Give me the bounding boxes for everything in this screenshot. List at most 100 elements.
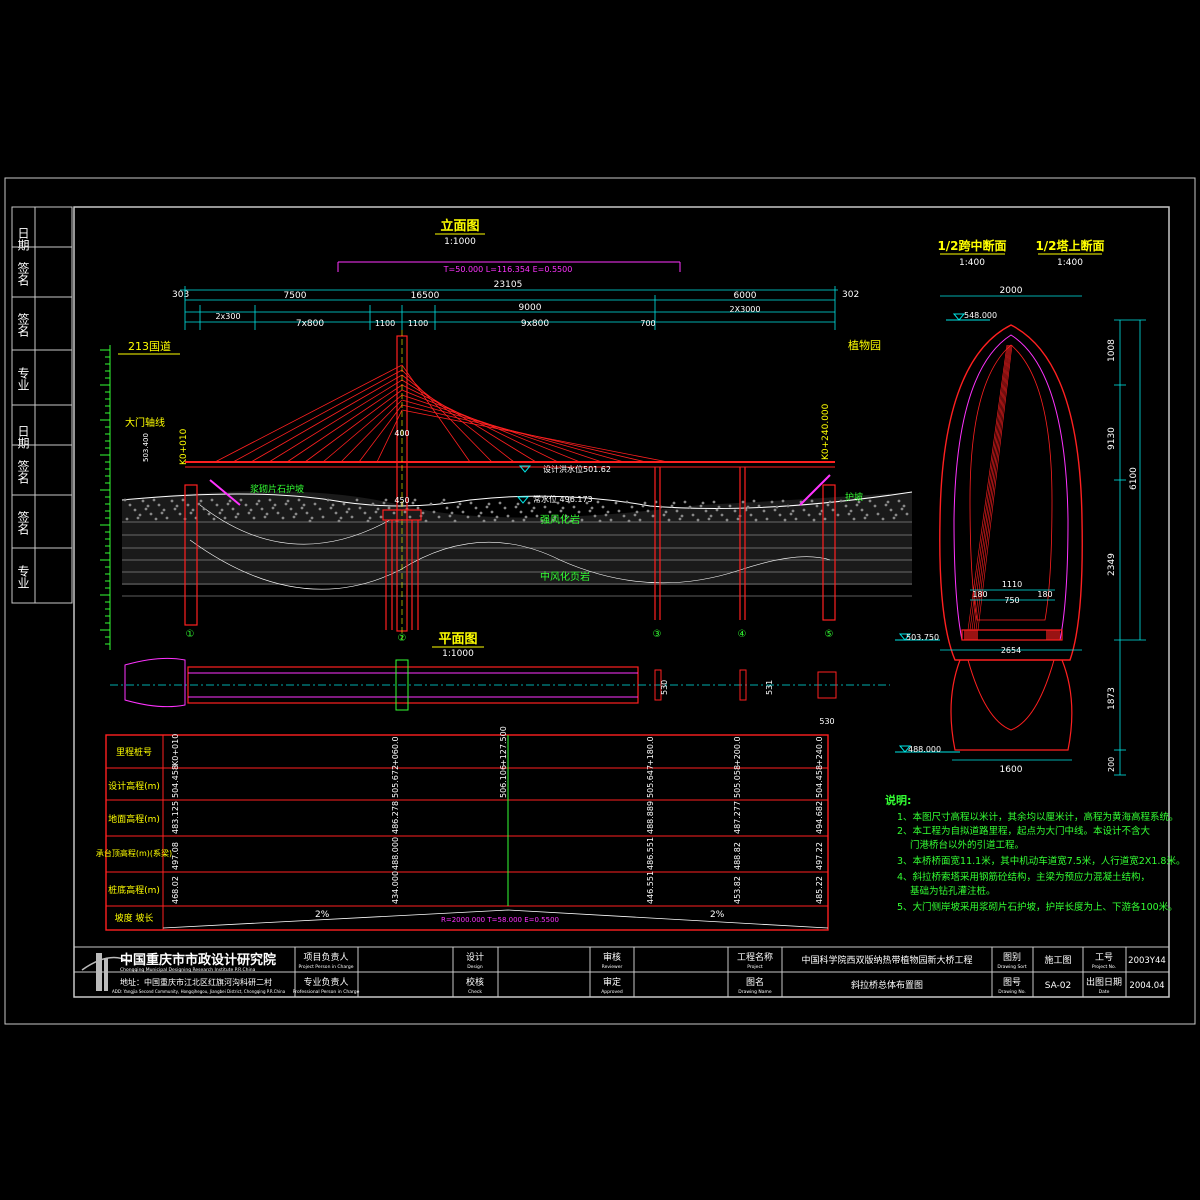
rubble-dot [757, 504, 761, 508]
rubble-dot [503, 506, 507, 510]
rubble-dot [712, 500, 716, 504]
rubble-dot [672, 501, 676, 505]
dim-mid-3: 9000 [519, 303, 542, 313]
rubble-dot [701, 501, 705, 505]
pier-4: ④ [738, 629, 747, 640]
rubble-dot [212, 517, 216, 521]
rubble-dot [305, 511, 309, 515]
rubble-dot [889, 508, 893, 512]
rubble-dot [368, 516, 372, 520]
elevation-view: 立面图 1:1000 T=50.000 L=116.354 E=0.5500 3… [100, 218, 913, 650]
rubble-dot [826, 503, 830, 507]
rubble-dot [247, 511, 251, 515]
rubble-dot [810, 499, 814, 503]
rubble-dot [815, 504, 819, 508]
rubble-dot [860, 508, 864, 512]
section-base-width: 2654 [1001, 646, 1021, 655]
label-review: 审核 [603, 951, 621, 963]
rubble-dot [717, 505, 721, 509]
dim-low-7: 2X3000 [730, 305, 761, 314]
rubble-dot [577, 510, 581, 514]
rubble-dot [384, 498, 388, 502]
section-tower-scale: 1:400 [1057, 258, 1083, 268]
row-label-5: 桩底高程(m) [108, 884, 160, 896]
rubble-dot [281, 516, 285, 520]
rubble-dot [334, 511, 338, 515]
rock-2: 中风化页岩 [540, 570, 590, 583]
rubble-dot [255, 502, 259, 506]
rubble-dot [376, 507, 380, 511]
rubble-dot [173, 507, 177, 511]
note-4b: 基础为钻孔灌注桩。 [910, 885, 996, 897]
rubble-dot [236, 512, 240, 516]
label-drawing-name: 图名 [746, 976, 764, 988]
job-no-value: 2003Y44 [1128, 956, 1166, 966]
rubble-dot [855, 503, 859, 507]
rubble-dot [371, 502, 375, 506]
note-3: 3、本桥桥面宽11.1米，其中机动车道宽7.5米，人行道宽2X1.8米。 [897, 855, 1185, 867]
rubble-dot [411, 501, 415, 505]
label-drawing-no-en: Drawing No. [998, 989, 1026, 995]
rubble-dot [643, 501, 647, 505]
rubble-dot [559, 509, 563, 513]
date-value: 2004.04 [1129, 981, 1164, 991]
rubble-dot [617, 509, 621, 513]
strip-lower-3: 签名 [16, 510, 30, 535]
note-1: 1、本图尺寸高程以米计，其余均以厘米计，高程为黄海高程系统。 [897, 811, 1179, 823]
rubble-dot [141, 499, 145, 503]
rubble-dot [588, 509, 592, 513]
label-review-en: Reviewer [602, 964, 623, 970]
label-prof-lead-en: Professional Person in Charge [293, 989, 360, 995]
rubble-dot [244, 503, 248, 507]
table-cell: 504.458 [171, 765, 180, 798]
grade-right: 2% [710, 910, 725, 920]
rubble-dot [818, 512, 822, 516]
label-project-name-en: Project [747, 964, 763, 970]
section-deck-2: 750 [1004, 596, 1019, 605]
rubble-dot [374, 510, 378, 514]
table-cell: 504.458 [815, 765, 824, 798]
section-view: 1/2跨中断面 1:400 1/2塔上断面 1:400 2000 548.000… [895, 238, 1146, 776]
cable-right [401, 369, 493, 463]
rubble-dot [358, 506, 362, 510]
pier-2: ② [398, 633, 407, 644]
dim-low-1: 2x300 [215, 312, 240, 321]
rubble-dot [865, 513, 869, 517]
rubble-dot [625, 500, 629, 504]
rubble-dot [844, 504, 848, 508]
station-right: K0+240.000 [821, 403, 831, 460]
rubble-dot [170, 499, 174, 503]
rubble-dot [593, 514, 597, 518]
rubble-dot [532, 506, 536, 510]
table-cell: 506.106 [499, 765, 508, 798]
rubble-dot [733, 509, 737, 513]
table-cell: 488.889 [646, 801, 655, 834]
label-project-name: 工程名称 [737, 951, 773, 963]
label-check-en: Check [468, 989, 482, 995]
table-cell: 487.277 [733, 801, 742, 834]
pier-1: ① [186, 629, 195, 640]
rubble-dot [794, 517, 798, 521]
cable-right [401, 409, 669, 463]
rubble-dot [778, 513, 782, 517]
rubble-dot [178, 512, 182, 516]
table-cell: 505.058 [733, 765, 742, 798]
rubble-dot [839, 499, 843, 503]
table-cell: 446.551 [646, 871, 655, 904]
label-design-en: Design [467, 964, 483, 970]
rubble-dot [260, 507, 264, 511]
rubble-dot [186, 503, 190, 507]
rubble-dot [493, 518, 497, 522]
project-value: 中国科学院西双版纳热带植物园新大桥工程 [801, 954, 972, 966]
elev-left: 503.400 [142, 433, 150, 462]
rubble-dot [392, 511, 396, 515]
rubble-dot [263, 515, 267, 519]
rubble-dot [627, 519, 631, 523]
plan-view: 平面图 1:1000 530 531 530 [110, 632, 890, 726]
rubble-dot [329, 506, 333, 510]
rubble-dot [461, 510, 465, 514]
rubble-dot [609, 518, 613, 522]
institute-name: 中国重庆市市政设计研究院 [120, 952, 276, 968]
rubble-dot [902, 504, 906, 508]
rubble-dot [498, 501, 502, 505]
